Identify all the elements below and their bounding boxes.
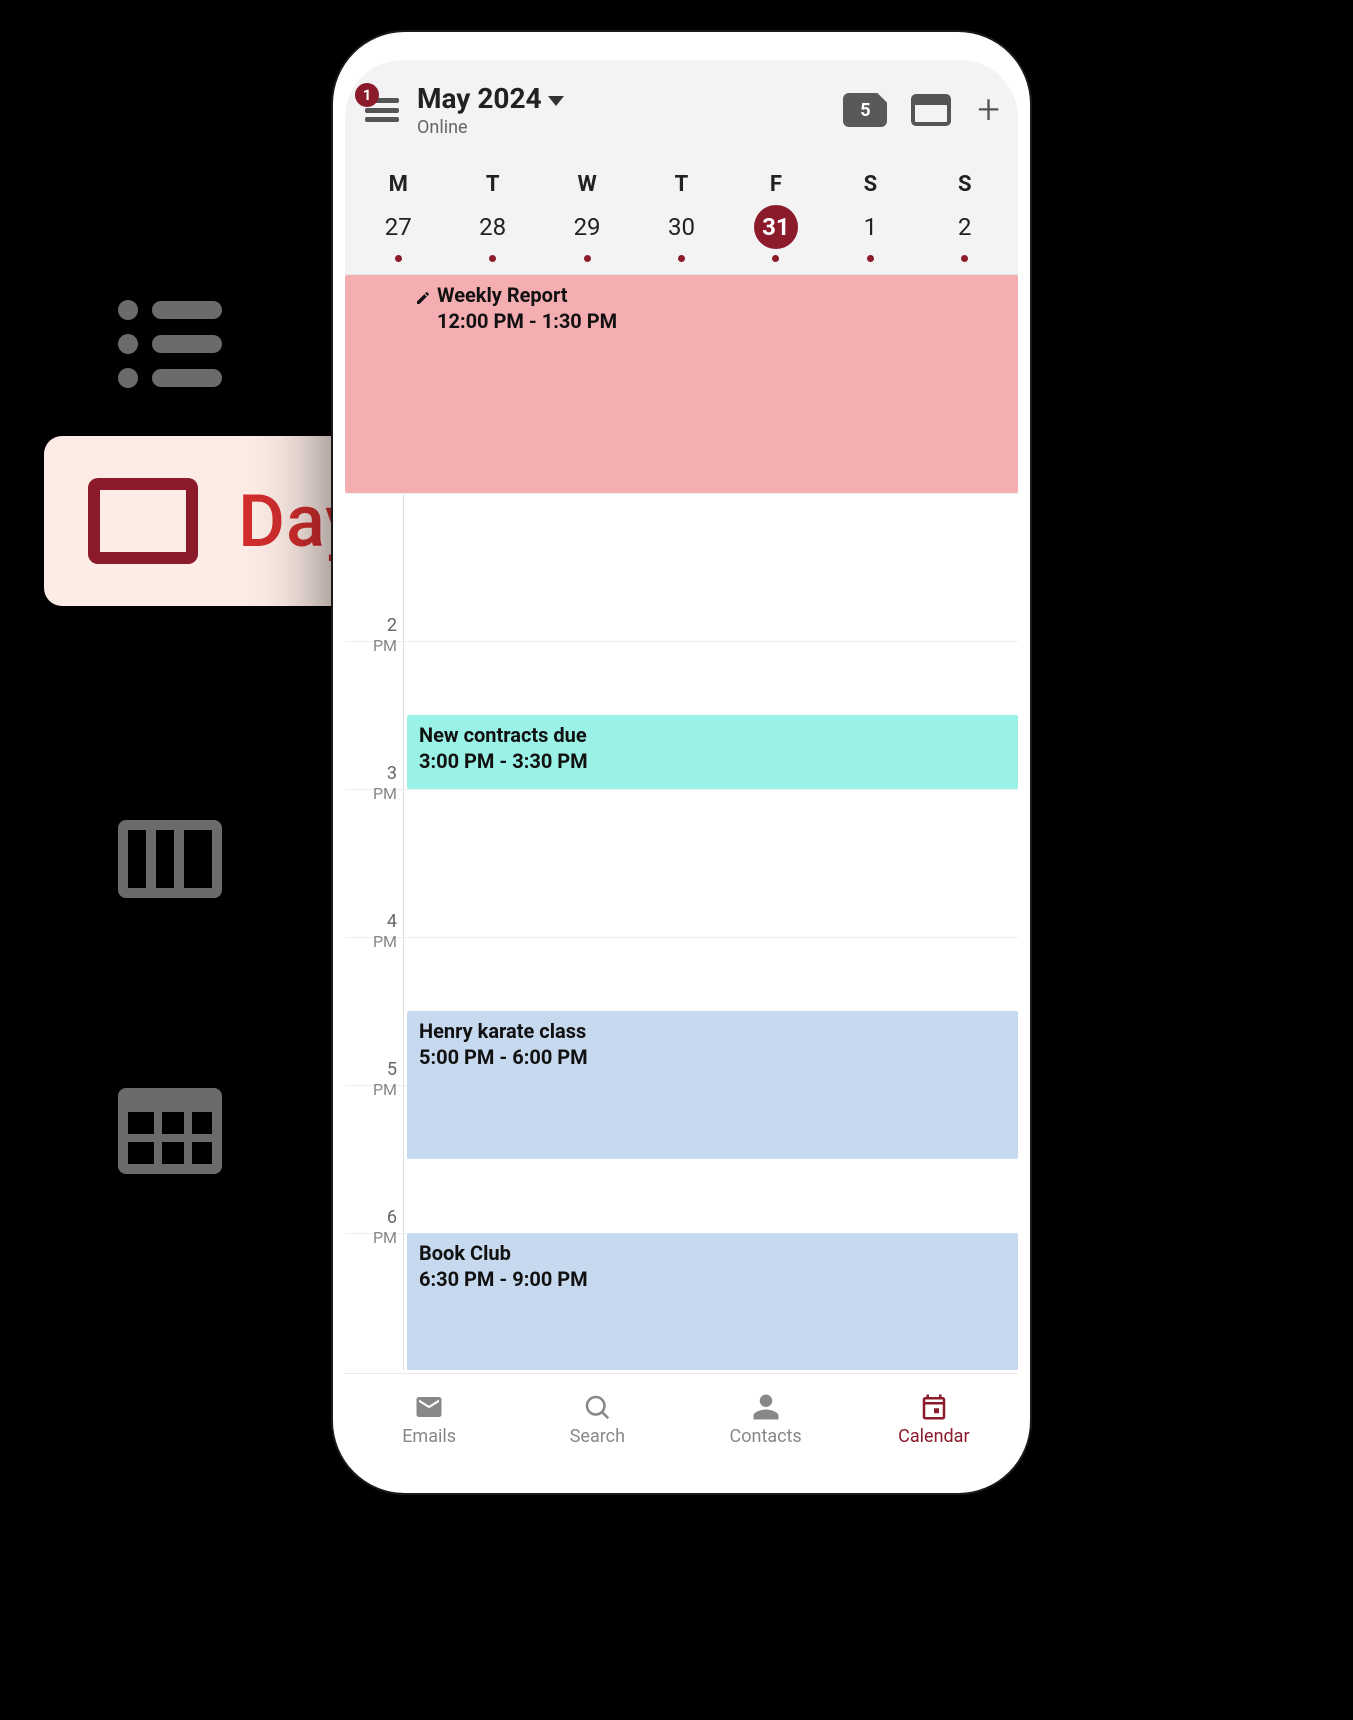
bottom-nav: Emails Search Contacts Calendar [345,1373,1018,1465]
hour-label: 6PM [345,1207,397,1247]
nav-label: Calendar [898,1426,969,1447]
caret-down-icon [548,96,564,106]
hour-label: 4PM [345,911,397,951]
nav-search[interactable]: Search [513,1374,681,1465]
search-icon [582,1392,612,1422]
day-cell[interactable]: 2 [918,203,1012,264]
person-icon [751,1392,781,1422]
hour-label: 2PM [345,615,397,655]
nav-contacts[interactable]: Contacts [682,1374,850,1465]
event-karate[interactable]: Henry karate class 5:00 PM - 6:00 PM [407,1011,1018,1159]
app-header: 1 May 2024 Online 5 + [345,60,1018,160]
nav-emails[interactable]: Emails [345,1374,513,1465]
day-cell[interactable]: 28 [445,203,539,264]
inbox-count-chip[interactable]: 5 [843,93,887,127]
dow-label: S [918,164,1012,203]
event-time: 6:30 PM - 9:00 PM [419,1267,1006,1291]
mail-icon [414,1392,444,1422]
nav-label: Search [570,1426,625,1447]
day-view-icon [88,478,198,564]
event-title: Book Club [419,1241,511,1265]
event-dot [489,255,496,262]
dow-label: T [445,164,539,203]
event-time: 12:00 PM - 1:30 PM [437,309,1006,333]
month-picker[interactable]: May 2024 [417,82,564,115]
event-dot [584,255,591,262]
event-dot [772,255,779,262]
day-cell[interactable]: 30 [634,203,728,264]
pencil-icon [415,287,431,303]
event-dot [867,255,874,262]
dow-label: W [540,164,634,203]
calendar-icon [919,1392,949,1422]
day-timeline[interactable]: 12PM 2PM 3PM 4PM 5PM 6PM Weekly Report 1… [345,275,1018,1370]
event-weekly-report[interactable]: Weekly Report 12:00 PM - 1:30 PM [345,275,1018,493]
event-time: 3:00 PM - 3:30 PM [419,749,1006,773]
month-view-icon[interactable] [118,1088,222,1174]
day-cell-selected[interactable]: 31 [729,203,823,264]
dow-label: M [351,164,445,203]
day-cell[interactable]: 29 [540,203,634,264]
week-view-icon[interactable] [118,820,222,898]
menu-button[interactable]: 1 [359,87,405,133]
event-dot [678,255,685,262]
event-time: 5:00 PM - 6:00 PM [419,1045,1006,1069]
day-cell[interactable]: 27 [351,203,445,264]
phone-frame: 1 May 2024 Online 5 + M T [333,32,1030,1493]
hour-label: 5PM [345,1059,397,1099]
event-title: Henry karate class [419,1019,586,1043]
week-strip: M T W T F S S 27 28 29 30 31 1 2 [345,160,1018,275]
today-button[interactable] [911,94,951,126]
event-book-club[interactable]: Book Club 6:30 PM - 9:00 PM [407,1233,1018,1370]
event-title: New contracts due [419,723,587,747]
dow-label: F [729,164,823,203]
event-dot [395,255,402,262]
nav-label: Emails [402,1426,456,1447]
month-title: May 2024 [417,82,542,115]
nav-label: Contacts [730,1426,802,1447]
connection-status: Online [417,117,564,138]
notification-badge: 1 [355,83,379,107]
agenda-view-icon[interactable] [118,300,228,390]
add-event-button[interactable]: + [977,90,1000,130]
day-cell[interactable]: 1 [823,203,917,264]
nav-calendar[interactable]: Calendar [850,1374,1018,1465]
dow-label: S [823,164,917,203]
event-new-contracts[interactable]: New contracts due 3:00 PM - 3:30 PM [407,715,1018,789]
event-dot [961,255,968,262]
view-mode-icons [118,300,228,1174]
dow-label: T [634,164,728,203]
hour-label: 3PM [345,763,397,803]
event-title: Weekly Report [437,283,568,307]
